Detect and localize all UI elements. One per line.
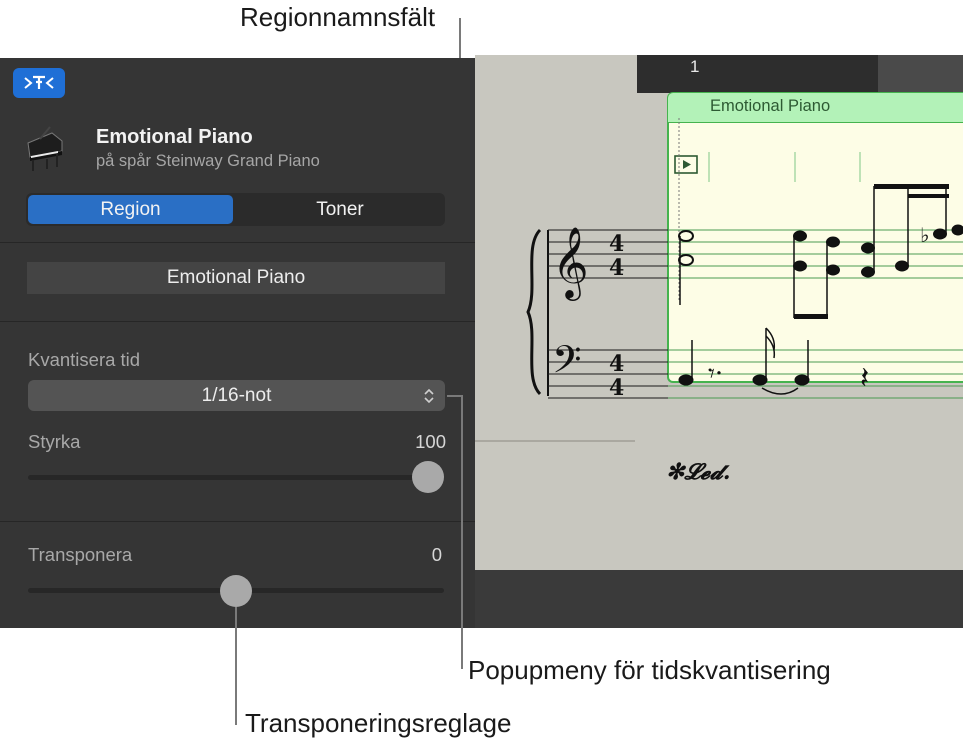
- transpose-slider-knob[interactable]: [220, 575, 252, 607]
- grand-piano-icon: [27, 126, 63, 171]
- transpose-label: Transponera: [28, 544, 133, 565]
- divider: [0, 521, 475, 522]
- quantize-value: 1/16-not: [201, 384, 272, 406]
- region-inspector: Emotional Piano på spår Steinway Grand P…: [0, 58, 475, 628]
- leader-line-transpose: [235, 607, 237, 725]
- region-header-title: Emotional Piano: [710, 97, 831, 115]
- strength-value: 100: [415, 431, 446, 452]
- ruler-segment: [878, 55, 963, 93]
- strength-label: Styrka: [28, 431, 81, 452]
- track-subtitle: på spår Steinway Grand Piano: [96, 152, 320, 170]
- quantize-popup[interactable]: 1/16-not: [28, 380, 445, 411]
- up-down-chevron-icon: [424, 388, 434, 404]
- region-name-field[interactable]: Emotional Piano: [27, 262, 445, 294]
- strength-slider-track[interactable]: [28, 475, 444, 480]
- callout-transpose-slider: Transponeringsreglage: [245, 708, 512, 738]
- leader-line-quantize: [461, 395, 463, 669]
- callout-region-name-field: Regionnamnsfält: [240, 2, 436, 32]
- smart-controls-button[interactable]: [13, 68, 65, 98]
- tab-notes[interactable]: Toner: [237, 195, 443, 224]
- region-title: Emotional Piano: [96, 126, 253, 148]
- transpose-value: 0: [431, 544, 442, 565]
- strength-slider-knob[interactable]: [412, 461, 444, 493]
- bar-number: 1: [690, 57, 700, 76]
- divider: [0, 242, 475, 243]
- region-body[interactable]: [667, 123, 963, 383]
- inspector-segmented-control: Region Toner: [26, 193, 445, 226]
- bar-ruler[interactable]: [637, 55, 963, 93]
- callout-quantize-popup: Popupmeny för tidskvantisering: [468, 655, 831, 685]
- tab-region[interactable]: Region: [28, 195, 233, 224]
- divider: [0, 321, 475, 322]
- smart-controls-icon: [24, 75, 54, 89]
- pedal-marking: ✻𝓛𝓮𝓭.: [666, 459, 731, 485]
- quantize-label: Kvantisera tid: [28, 349, 141, 370]
